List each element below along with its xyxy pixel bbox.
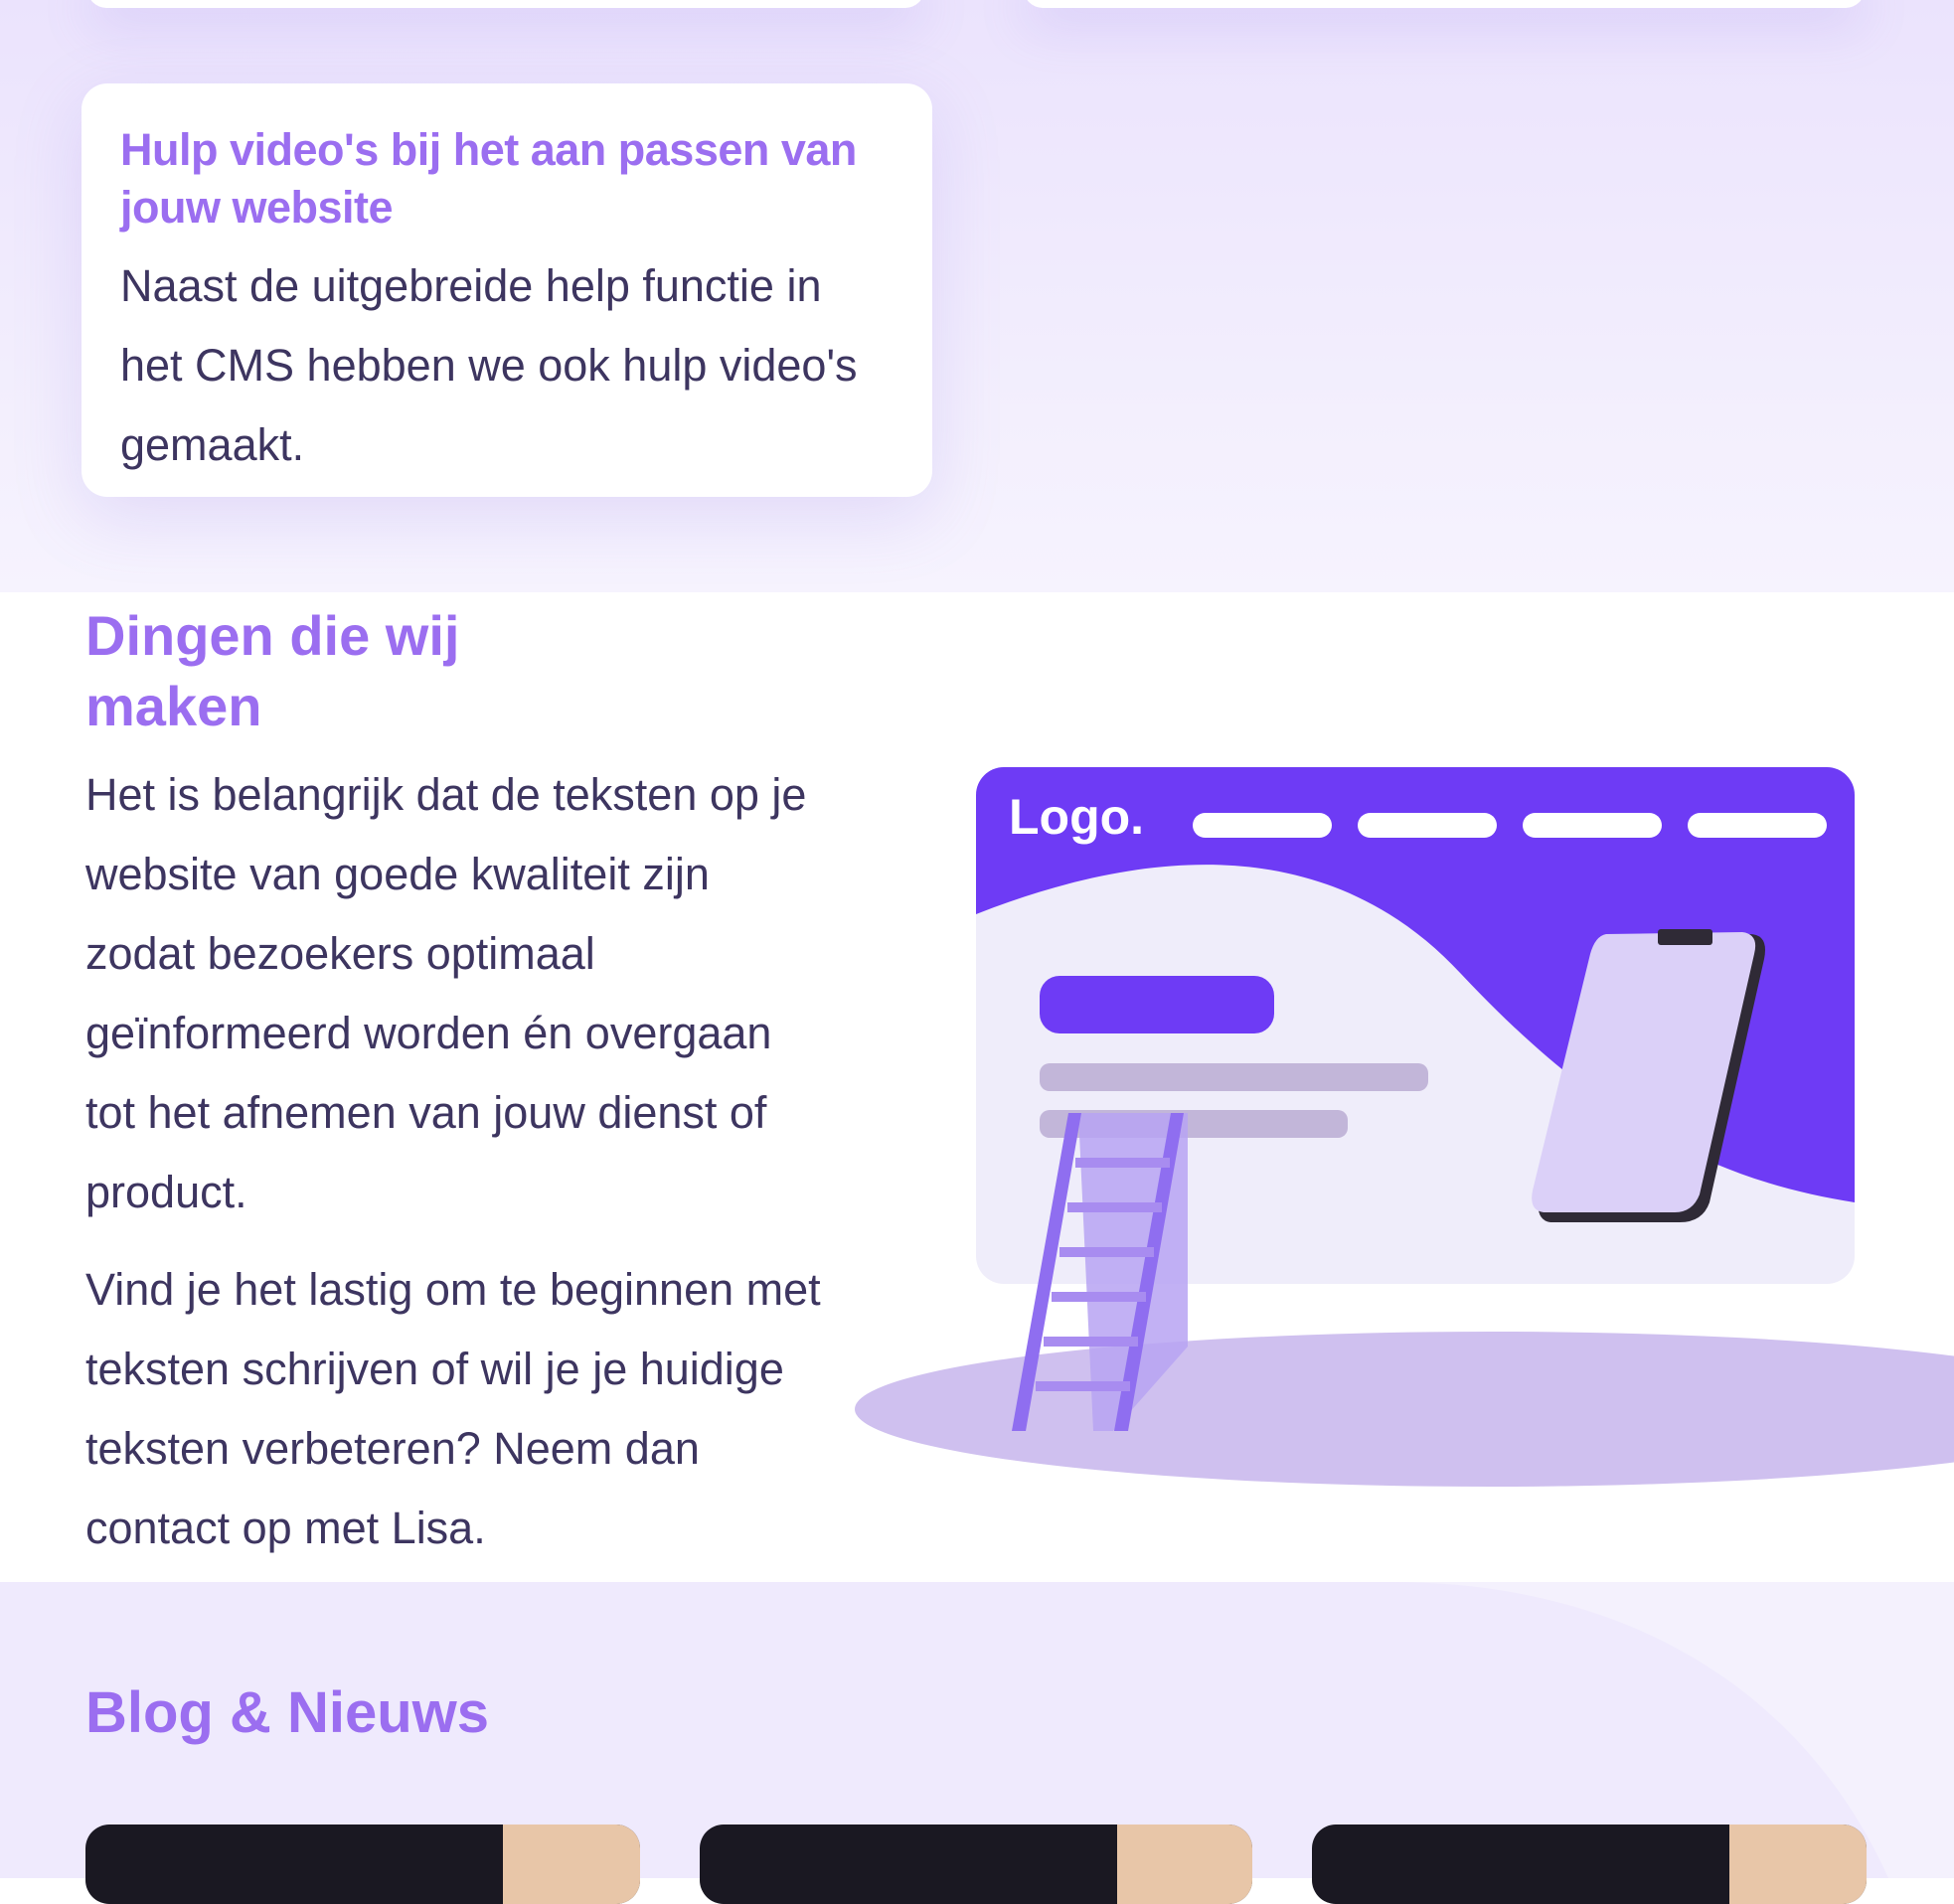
blog-card[interactable]: [85, 1825, 640, 1904]
feature-card-title: Hulp video's bij het aan passen van jouw…: [120, 124, 857, 233]
section-title-makes: Dingen die wij maken: [85, 604, 460, 737]
blog-card-image: [1729, 1825, 1867, 1904]
nav-bar-4: [1688, 813, 1827, 838]
text-line-1: [1040, 1063, 1428, 1091]
feature-card-help-videos: Hulp video's bij het aan passen van jouw…: [81, 83, 932, 497]
feature-card-previous-left: [87, 0, 924, 8]
blog-card-image: [1117, 1825, 1252, 1904]
nav-bar-3: [1523, 813, 1662, 838]
hero-button-shape: [1040, 976, 1274, 1033]
website-illustration: Logo.: [855, 767, 1954, 1487]
feature-card-text: Naast de uitgebreide help functie in het…: [120, 260, 858, 470]
makes-paragraph-2: Vind je het lastig om te beginnen met te…: [85, 1264, 821, 1553]
nav-bar-2: [1358, 813, 1497, 838]
nav-bar-1: [1193, 813, 1332, 838]
makes-paragraph-1: Het is belangrijk dat de teksten op je w…: [85, 769, 807, 1217]
logo-text: Logo.: [1009, 789, 1144, 845]
blog-card[interactable]: [1312, 1825, 1867, 1904]
blog-card[interactable]: [700, 1825, 1252, 1904]
feature-card-previous-right: [1024, 0, 1865, 8]
blog-card-image: [503, 1825, 640, 1904]
section-title-blog: Blog & Nieuws: [85, 1680, 490, 1745]
